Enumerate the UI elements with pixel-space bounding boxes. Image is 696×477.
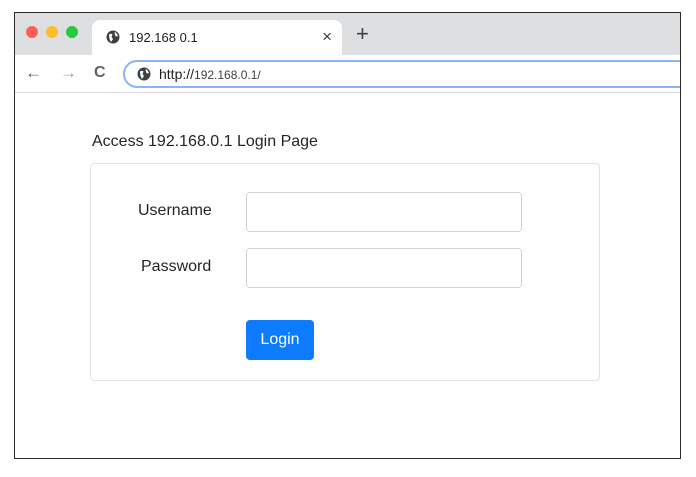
login-form: Username Password Login [90,163,600,381]
username-label: Username [138,202,212,219]
password-input[interactable] [246,248,522,288]
password-label: Password [141,258,212,275]
close-window-button[interactable] [26,26,38,38]
forward-arrow-icon[interactable]: → [60,64,77,82]
browser-tab[interactable]: 192.168 0.1 × [92,20,342,55]
browser-window: 192.168 0.1 × + ← → C http://192.168.0.1… [14,12,681,459]
minimize-window-button[interactable] [46,26,58,38]
navigation-bar: ← → C http://192.168.0.1/ [15,55,680,93]
page-title: Access 192.168.0.1 Login Page [92,133,318,150]
address-scheme: http:// [159,66,195,82]
address-bar[interactable]: http://192.168.0.1/ [123,60,680,88]
tab-title: 192.168 0.1 [129,30,198,45]
new-tab-button[interactable]: + [356,22,369,46]
login-button[interactable]: Login [246,320,314,360]
globe-icon [106,30,120,44]
address-url[interactable]: http://192.168.0.1/ [159,66,261,82]
reload-icon[interactable]: C [94,64,106,82]
username-input[interactable] [246,192,522,232]
tab-close-icon[interactable]: × [322,27,332,47]
maximize-window-button[interactable] [66,26,78,38]
globe-icon [137,67,151,81]
back-arrow-icon[interactable]: ← [25,64,42,82]
address-host: 192.168.0.1/ [194,68,261,82]
tab-bar: 192.168 0.1 × + [15,13,680,55]
